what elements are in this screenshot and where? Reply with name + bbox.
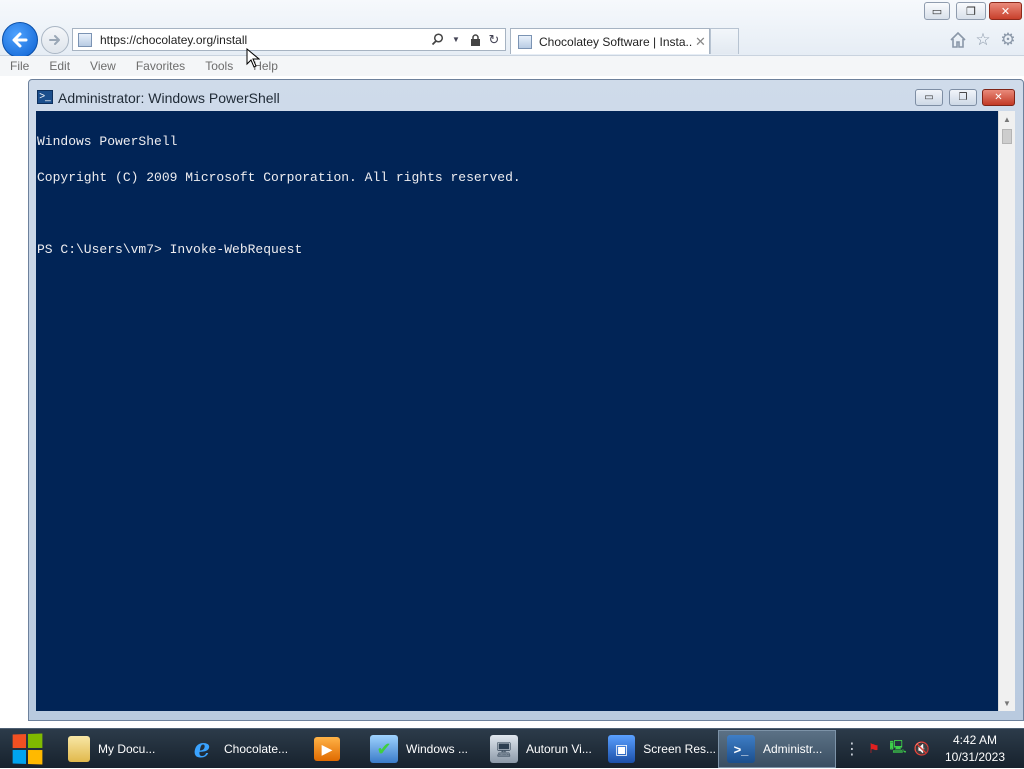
taskbar-item-my-documents[interactable]: My Docu... bbox=[60, 730, 178, 768]
volume-muted-icon[interactable]: 🔇 bbox=[914, 741, 930, 757]
browser-minimize-button[interactable]: ▭ bbox=[924, 2, 950, 20]
taskbar-label: Chocolate... bbox=[224, 742, 289, 756]
site-favicon-icon bbox=[78, 32, 92, 47]
scroll-up-arrow-icon[interactable]: ▲ bbox=[999, 111, 1015, 127]
taskbar: My Docu... e Chocolate... ▶ ✔ Windows ..… bbox=[0, 728, 1024, 768]
taskbar-item-windows[interactable]: ✔ Windows ... bbox=[362, 730, 480, 768]
clock-date[interactable]: 10/31/2023 bbox=[940, 750, 1010, 764]
menu-file[interactable]: File bbox=[10, 59, 29, 73]
network-icon[interactable]: 🖳 bbox=[889, 739, 906, 757]
console-line: Windows PowerShell bbox=[37, 134, 178, 149]
browser-toolbar: https://chocolatey.org/install ▼ ↻ Choco… bbox=[0, 0, 1024, 58]
taskbar-label: Windows ... bbox=[406, 742, 469, 756]
powershell-titlebar[interactable]: >_ Administrator: Windows PowerShell ▭ ❐… bbox=[29, 80, 1023, 110]
console-scrollbar[interactable]: ▲ ▼ bbox=[998, 111, 1015, 711]
home-icon[interactable] bbox=[948, 30, 968, 50]
taskbar-label: My Docu... bbox=[98, 742, 156, 756]
taskbar-item-powershell[interactable]: >_ Administr... bbox=[718, 730, 836, 768]
console-line: Copyright (C) 2009 Microsoft Corporation… bbox=[37, 170, 521, 185]
powershell-icon: >_ bbox=[727, 735, 755, 763]
address-url[interactable]: https://chocolatey.org/install bbox=[100, 33, 429, 47]
scrollbar-thumb[interactable] bbox=[1002, 129, 1012, 144]
window-title: Administrator: Windows PowerShell bbox=[58, 90, 280, 106]
site-favicon-icon bbox=[518, 34, 532, 49]
arrow-right-icon bbox=[49, 35, 60, 45]
address-bar[interactable]: https://chocolatey.org/install ▼ ↻ bbox=[72, 28, 506, 51]
taskbar-item-screen-resolution[interactable]: ▣ Screen Res... bbox=[600, 730, 716, 768]
clock-time[interactable]: 4:42 AM bbox=[940, 733, 1010, 747]
internet-explorer-icon: e bbox=[193, 734, 211, 764]
start-button[interactable] bbox=[4, 731, 50, 767]
lock-icon[interactable] bbox=[467, 32, 483, 48]
action-center-flag-icon[interactable]: ⚑ bbox=[866, 741, 882, 757]
powershell-close-button[interactable]: ✕ bbox=[982, 89, 1015, 106]
search-icon[interactable] bbox=[429, 32, 445, 48]
browser-restore-button[interactable]: ❐ bbox=[956, 2, 986, 20]
powershell-restore-button[interactable]: ❐ bbox=[949, 89, 977, 106]
taskbar-item-chocolatey[interactable]: e Chocolate... bbox=[180, 730, 298, 768]
taskbar-label: Autorun Vi... bbox=[526, 742, 592, 756]
menu-edit[interactable]: Edit bbox=[49, 59, 70, 73]
chevron-down-icon[interactable]: ▼ bbox=[448, 32, 464, 48]
media-player-icon: ▶ bbox=[314, 737, 340, 761]
powershell-icon: >_ bbox=[37, 90, 53, 104]
refresh-icon[interactable]: ↻ bbox=[486, 32, 502, 48]
console-prompt-line: PS C:\Users\vm7> Invoke-WebRequest bbox=[37, 242, 303, 257]
menu-view[interactable]: View bbox=[90, 59, 116, 73]
favorites-star-icon[interactable]: ☆ bbox=[973, 30, 993, 50]
arrow-left-icon bbox=[12, 32, 28, 48]
taskbar-label: Administr... bbox=[763, 742, 823, 756]
show-hidden-icons-icon[interactable]: ⋮ bbox=[844, 741, 860, 758]
gear-icon[interactable]: ⚙ bbox=[998, 30, 1018, 50]
menu-favorites[interactable]: Favorites bbox=[136, 59, 185, 73]
taskbar-item-media-player[interactable]: ▶ bbox=[300, 730, 360, 768]
tab-close-icon[interactable]: ✕ bbox=[695, 34, 706, 50]
taskbar-item-autorun-viewer[interactable]: 🖥 Autorun Vi... bbox=[482, 730, 598, 768]
browser-close-button[interactable]: ✕ bbox=[989, 2, 1022, 20]
scroll-down-arrow-icon[interactable]: ▼ bbox=[999, 695, 1015, 711]
tab-chocolatey[interactable]: Chocolatey Software | Insta... ✕ bbox=[510, 28, 710, 54]
windows-logo-icon bbox=[12, 733, 43, 765]
menu-tools[interactable]: Tools bbox=[205, 59, 233, 73]
powershell-minimize-button[interactable]: ▭ bbox=[915, 89, 943, 106]
tab-title: Chocolatey Software | Insta... bbox=[539, 34, 693, 49]
mouse-pointer-icon bbox=[246, 48, 260, 68]
forward-button[interactable] bbox=[41, 26, 69, 54]
browser-menu-bar: File Edit View Favorites Tools Help bbox=[0, 56, 1024, 76]
powershell-window: >_ Administrator: Windows PowerShell ▭ ❐… bbox=[28, 79, 1024, 721]
folder-icon bbox=[68, 736, 90, 762]
taskbar-label: Screen Res... bbox=[643, 742, 716, 756]
screen-resolution-icon: ▣ bbox=[608, 735, 636, 763]
new-tab-button[interactable] bbox=[710, 28, 739, 54]
system-tray: ⋮ ⚑ 🖳 🔇 4:42 AM 10/31/2023 bbox=[840, 729, 1024, 769]
powershell-console[interactable]: Windows PowerShell Copyright (C) 2009 Mi… bbox=[36, 111, 998, 711]
back-button[interactable] bbox=[2, 22, 38, 58]
autorun-viewer-icon: 🖥 bbox=[490, 735, 518, 763]
windows-installer-icon: ✔ bbox=[370, 735, 398, 763]
